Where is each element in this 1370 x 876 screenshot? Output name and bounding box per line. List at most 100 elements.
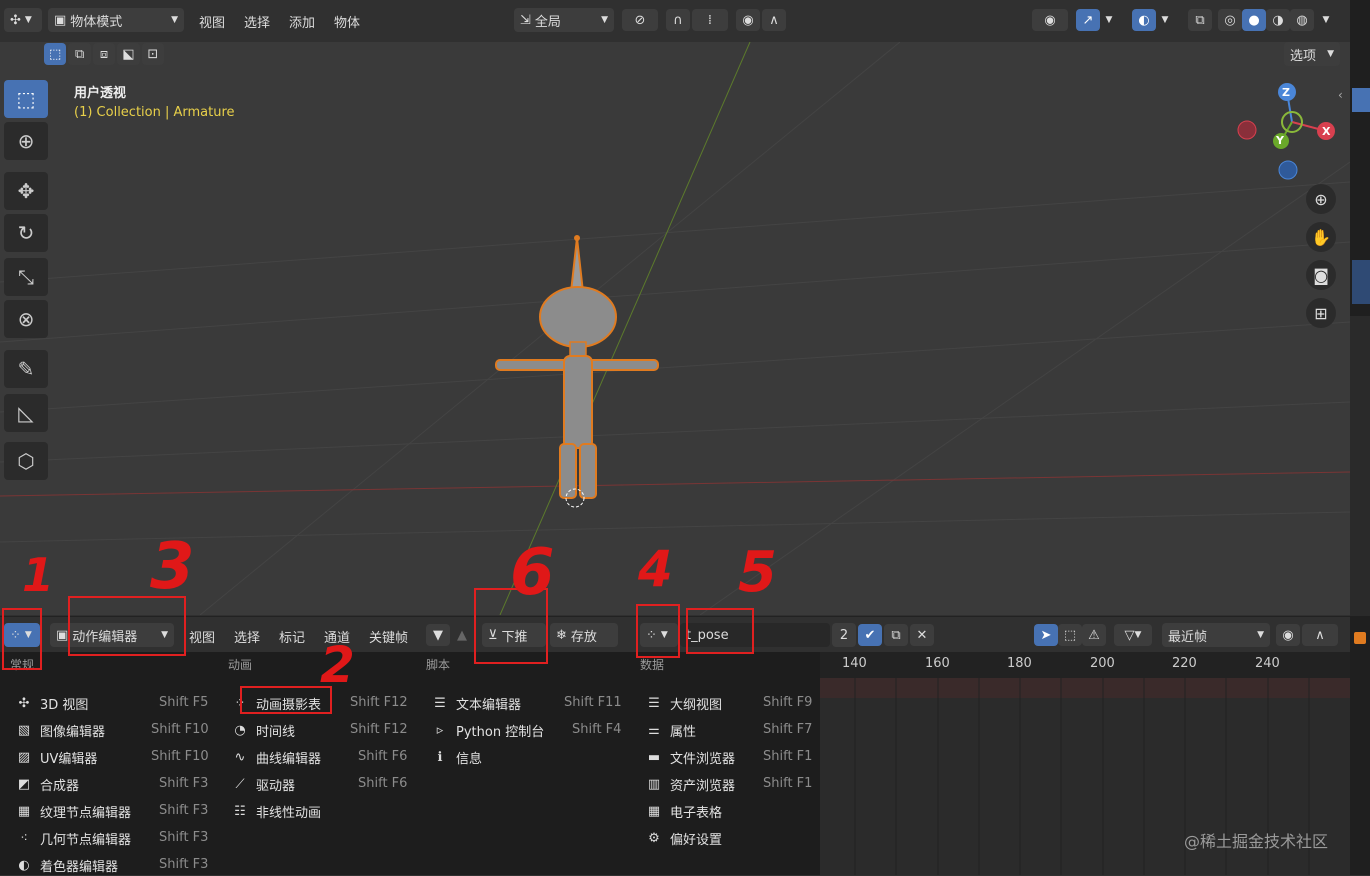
stash-button[interactable]: ❄ 存放 [550,623,618,647]
pan-button[interactable]: ✋ [1306,222,1336,252]
action-users-count[interactable]: 2 [832,623,856,647]
scale-tool[interactable]: ⤡ [4,258,48,296]
add-cube-tool[interactable]: ⬡ [4,442,48,480]
properties-icon: ⚌ [648,722,660,738]
gizmo-axis-z: Z [1282,86,1290,99]
menu-item-properties[interactable]: ⚌ 属性 [644,719,696,741]
select-new-button[interactable]: ⬚ [44,43,67,65]
visibility-button[interactable]: ◉ [1032,9,1068,31]
gizmo-toggle[interactable]: ↗ [1076,9,1100,31]
menu-item-file-browser[interactable]: ▬ 文件浏览器 [644,746,735,768]
editor-type-button[interactable]: ✣ ▼ [4,8,42,32]
overlays-dropdown[interactable]: ▼ [1156,9,1174,31]
shortcut: Shift F3 [159,803,209,818]
only-errors-toggle[interactable]: ⚠ [1082,624,1106,646]
snapping-dropdown[interactable]: 最近帧 ▼ [1162,623,1270,647]
menu-item-graph-editor[interactable]: ∿ 曲线编辑器 [230,746,321,768]
sidebar-tab[interactable] [1352,260,1370,304]
annotation-number-2: 2 [320,636,355,694]
menu-item-preferences[interactable]: ⚙ 偏好设置 [644,827,722,849]
3d-viewport[interactable]: 用户透视 (1) Collection | Armature 选项 ▼ ‹ Z … [0,42,1350,615]
pivot-point-button[interactable]: ⊘ [622,9,658,31]
properties-sidebar-edge[interactable] [1350,0,1370,875]
shading-dropdown[interactable]: ▼ [1316,9,1336,31]
select-intersect-button[interactable]: ⊡ [141,43,165,65]
move-tool[interactable]: ✥ [4,172,48,210]
menu-item-asset-browser[interactable]: ▥ 资产浏览器 [644,773,735,795]
shortcut: Shift F7 [763,722,813,737]
nla-icon: ☷ [234,803,246,819]
falloff-bottom[interactable]: ∧ [1302,624,1338,646]
layer-up-button[interactable]: ▲ [450,624,474,646]
transform-tool[interactable]: ⊗ [4,300,48,338]
shading-rendered[interactable]: ◍ [1290,9,1314,31]
menu-view[interactable]: 视图 [199,12,225,31]
xray-toggle[interactable]: ⧉ [1188,9,1212,31]
menu-item-outliner[interactable]: ☰ 大纲视图 [644,692,722,714]
menu-object[interactable]: 物体 [334,12,360,31]
select-invert-button[interactable]: ⬕ [117,43,140,65]
snap-toggle[interactable]: ∩ [666,9,690,31]
menu-item-compositor[interactable]: ◩ 合成器 [14,773,79,795]
shortcut: Shift F10 [151,749,209,764]
menu-key[interactable]: 关键帧 [369,627,408,646]
camera-view-button[interactable]: ◙ [1306,260,1336,290]
show-hidden-toggle[interactable]: ⬚ [1058,624,1082,646]
zoom-button[interactable]: ⊕ [1306,184,1336,214]
cursor-tool[interactable]: ⊕ [4,122,48,160]
menu-item-python-console[interactable]: ▹ Python 控制台 [430,719,544,741]
3d-view-icon: ✣ [18,695,30,711]
select-subtract-button[interactable]: ⧈ [92,43,116,65]
menu-item-drivers[interactable]: ⟋ 驱动器 [230,773,295,795]
new-action-button[interactable]: ⧉ [884,624,908,646]
menu-item-text-editor[interactable]: ☰ 文本编辑器 [430,692,521,714]
chevron-down-icon: ▼ [1257,630,1264,640]
menu-item-info[interactable]: ℹ 信息 [430,746,483,768]
armature-character[interactable] [478,232,678,512]
proportional-edit-toggle[interactable]: ◉ [736,9,760,31]
text-editor-icon: ☰ [434,695,446,711]
shading-solid[interactable]: ● [1242,9,1266,31]
falloff-button[interactable]: ∧ [762,9,786,31]
sidebar-tab-active[interactable] [1352,88,1370,112]
only-selected-toggle[interactable]: ➤ [1034,624,1058,646]
shading-wireframe[interactable]: ◎ [1218,9,1242,31]
mode-dropdown[interactable]: ▣ 物体模式 ▼ [48,8,184,32]
overlays-toggle[interactable]: ◐ [1132,9,1156,31]
menu-add[interactable]: 添加 [289,12,315,31]
menu-item-nla[interactable]: ☷ 非线性动画 [230,800,321,822]
menu-view-bottom[interactable]: 视图 [189,627,215,646]
unlink-action-button[interactable]: ✕ [910,624,934,646]
select-tool[interactable]: ⬚ [4,80,48,118]
select-box-icon: ⬚ [49,46,62,62]
menu-item-spreadsheet[interactable]: ▦ 电子表格 [644,800,722,822]
chevron-down-icon: ▼ [1327,49,1334,59]
menu-item-uv-editor[interactable]: ▨ UV编辑器 [14,746,98,768]
rotate-tool[interactable]: ↻ [4,214,48,252]
perspective-toggle-button[interactable]: ⊞ [1306,298,1336,328]
info-icon: ℹ [437,749,443,765]
menu-item-shader-editor[interactable]: ◐ 着色器编辑器 [14,854,118,876]
gizmo-dropdown[interactable]: ▼ [1100,9,1118,31]
menu-select[interactable]: 选择 [244,12,270,31]
select-extend-button[interactable]: ⧉ [68,43,91,65]
menu-item-image-editor[interactable]: ▧ 图像编辑器 [14,719,105,741]
layer-down-button[interactable]: ▼ [426,624,450,646]
menu-item-3d-view[interactable]: ✣ 3D 视图 [14,692,89,714]
annotate-tool[interactable]: ✎ [4,350,48,388]
measure-tool[interactable]: ◺ [4,394,48,432]
menu-item-geometry-node-editor[interactable]: ⁖ 几何节点编辑器 [14,827,131,849]
menu-item-timeline[interactable]: ◔ 时间线 [230,719,295,741]
menu-marker[interactable]: 标记 [279,627,305,646]
transform-orientation-dropdown[interactable]: ⇲ 全局 ▼ [514,8,614,32]
menu-select-bottom[interactable]: 选择 [234,627,260,646]
object-properties-icon[interactable] [1354,632,1366,644]
proportional-edit-bottom[interactable]: ◉ [1276,624,1300,646]
frame-label: 160 [925,656,950,671]
fake-user-toggle[interactable]: ✔ [858,624,882,646]
menu-item-texture-node-editor[interactable]: ▦ 纹理节点编辑器 [14,800,131,822]
shading-material[interactable]: ◑ [1266,9,1290,31]
options-dropdown[interactable]: 选项 ▼ [1284,42,1340,66]
snap-options-button[interactable]: ⁞ [692,9,728,31]
filter-dropdown[interactable]: ▽ ▼ [1114,624,1152,646]
